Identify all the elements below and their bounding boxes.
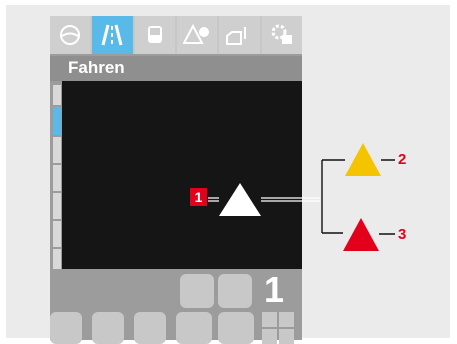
tab-steering[interactable]	[50, 16, 91, 54]
mini-grid-icon	[262, 312, 294, 344]
menu-mark	[53, 193, 61, 219]
main-display-area	[62, 81, 302, 269]
menu-mark-active	[53, 107, 61, 135]
callout-box-1: 1	[190, 188, 207, 206]
gear-indicator: 1	[263, 269, 285, 310]
fuel-pump-icon	[226, 27, 247, 45]
tab-warnings[interactable]	[176, 16, 218, 54]
menu-position-marks	[50, 81, 62, 276]
menu-mark	[53, 137, 61, 163]
soft-button[interactable]	[92, 312, 124, 344]
menu-mark	[53, 221, 61, 247]
soft-button[interactable]	[176, 312, 212, 344]
vehicle-front-icon	[147, 26, 162, 43]
instrument-display: Fahren 1	[50, 16, 302, 344]
soft-button[interactable]	[180, 274, 214, 308]
soft-button[interactable]	[50, 312, 82, 344]
callout-label-3: 3	[398, 226, 407, 243]
road-lane-icon	[102, 24, 123, 46]
tab-driving[interactable]	[92, 16, 133, 54]
steering-wheel-icon	[60, 25, 81, 45]
settings-gear-icon	[271, 24, 292, 44]
soft-button[interactable]	[218, 274, 252, 308]
tab-settings[interactable]	[261, 16, 302, 54]
screen-title: Fahren	[68, 58, 125, 77]
warning-triangle-icon	[183, 23, 210, 44]
tab-fuel[interactable]	[219, 16, 260, 54]
screen-title-bar: Fahren	[50, 56, 302, 81]
soft-button[interactable]	[218, 312, 254, 344]
menu-mark	[53, 85, 61, 105]
callout-label-2: 2	[398, 151, 407, 168]
menu-mark	[53, 165, 61, 191]
soft-button[interactable]	[134, 312, 166, 344]
tab-vehicle[interactable]	[134, 16, 175, 54]
tab-bar	[50, 16, 302, 54]
menu-mark	[53, 249, 61, 271]
